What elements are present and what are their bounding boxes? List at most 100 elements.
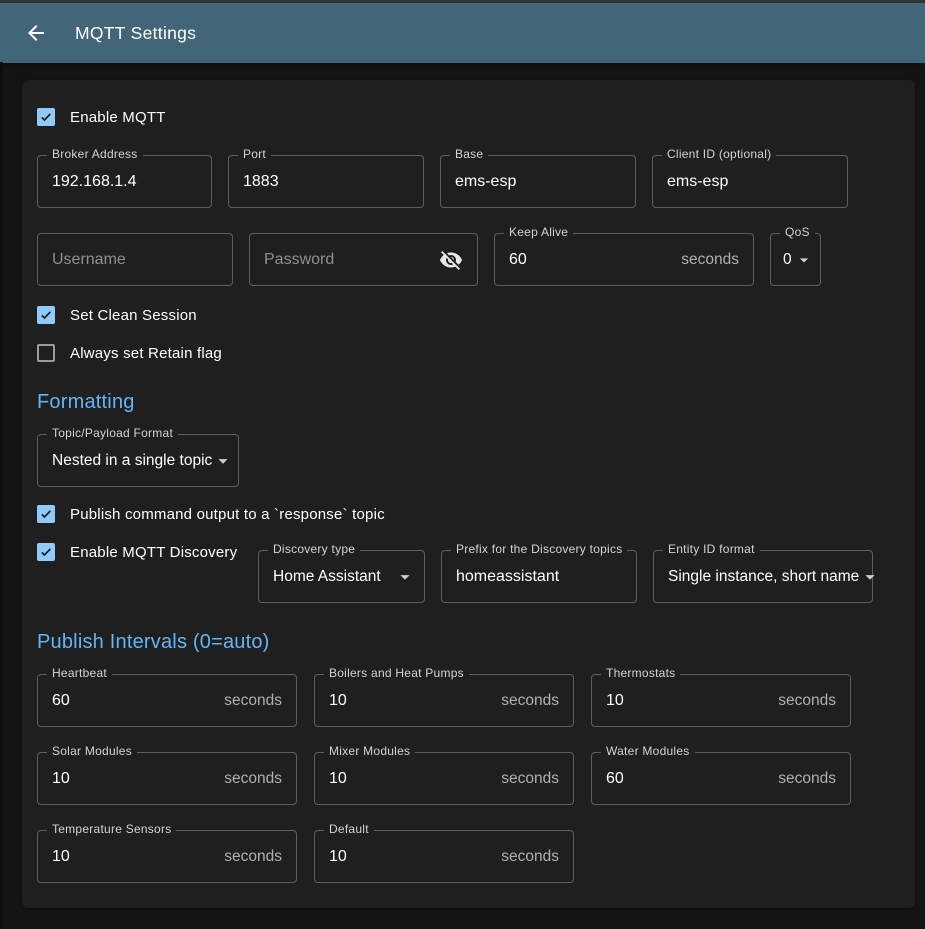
- broker-address-label: Broker Address: [47, 147, 143, 161]
- check-icon: [39, 109, 53, 125]
- discovery-prefix-field[interactable]: Prefix for the Discovery topics: [441, 550, 637, 603]
- thermostats-input[interactable]: [606, 692, 770, 710]
- retain-flag-row[interactable]: Always set Retain flag: [37, 344, 222, 362]
- page-title: MQTT Settings: [75, 23, 196, 44]
- port-label: Port: [238, 147, 271, 161]
- keep-alive-input[interactable]: [509, 251, 673, 269]
- entity-id-format-value: Single instance, short name: [668, 568, 859, 586]
- settings-card: Enable MQTT Broker Address Port Base Cli…: [22, 80, 915, 908]
- thermostats-field[interactable]: Thermostats seconds: [591, 674, 851, 727]
- heartbeat-input[interactable]: [52, 692, 216, 710]
- publish-response-row[interactable]: Publish command output to a `response` t…: [37, 505, 385, 523]
- topic-payload-format-label: Topic/Payload Format: [47, 426, 178, 440]
- default-interval-label: Default: [324, 822, 374, 836]
- entity-id-format-select[interactable]: Entity ID format Single instance, short …: [653, 550, 873, 603]
- broker-address-field[interactable]: Broker Address: [37, 155, 212, 208]
- water-modules-field[interactable]: Water Modules seconds: [591, 752, 851, 805]
- enable-mqtt-label: Enable MQTT: [70, 109, 166, 126]
- password-field[interactable]: [249, 233, 478, 286]
- chevron-down-icon: [794, 250, 814, 270]
- base-field[interactable]: Base: [440, 155, 636, 208]
- temperature-sensors-input[interactable]: [52, 848, 216, 866]
- base-label: Base: [450, 147, 488, 161]
- formatting-heading: Formatting: [37, 391, 900, 414]
- discovery-type-select[interactable]: Discovery type Home Assistant: [258, 550, 425, 603]
- publish-response-checkbox[interactable]: [37, 505, 55, 523]
- topic-payload-format-select[interactable]: Topic/Payload Format Nested in a single …: [37, 434, 239, 487]
- discovery-type-label: Discovery type: [268, 542, 360, 556]
- topic-payload-format-value: Nested in a single topic: [52, 452, 212, 470]
- port-field[interactable]: Port: [228, 155, 424, 208]
- base-input[interactable]: [455, 173, 621, 191]
- visibility-off-icon[interactable]: [439, 248, 463, 272]
- boilers-field[interactable]: Boilers and Heat Pumps seconds: [314, 674, 574, 727]
- broker-address-input[interactable]: [52, 173, 197, 191]
- enable-discovery-checkbox[interactable]: [37, 543, 55, 561]
- discovery-type-value: Home Assistant: [273, 568, 381, 586]
- enable-mqtt-row[interactable]: Enable MQTT: [37, 108, 166, 126]
- qos-select[interactable]: QoS 0: [770, 233, 821, 286]
- set-clean-session-row[interactable]: Set Clean Session: [37, 306, 197, 324]
- client-id-input[interactable]: [667, 173, 833, 191]
- temperature-sensors-label: Temperature Sensors: [47, 822, 176, 836]
- default-interval-input[interactable]: [329, 848, 493, 866]
- discovery-prefix-label: Prefix for the Discovery topics: [451, 542, 627, 556]
- publish-intervals-grid: Heartbeat seconds Boilers and Heat Pumps…: [37, 674, 900, 883]
- mixer-modules-unit: seconds: [501, 770, 559, 788]
- back-arrow-icon[interactable]: [24, 21, 48, 45]
- solar-modules-field[interactable]: Solar Modules seconds: [37, 752, 297, 805]
- client-id-field[interactable]: Client ID (optional): [652, 155, 848, 208]
- check-icon: [39, 506, 53, 522]
- water-modules-input[interactable]: [606, 770, 770, 788]
- enable-discovery-row[interactable]: Enable MQTT Discovery: [37, 543, 242, 561]
- retain-flag-label: Always set Retain flag: [70, 345, 222, 362]
- thermostats-unit: seconds: [778, 692, 836, 710]
- entity-id-format-label: Entity ID format: [663, 542, 760, 556]
- mixer-modules-field[interactable]: Mixer Modules seconds: [314, 752, 574, 805]
- chevron-down-icon: [859, 566, 881, 588]
- boilers-unit: seconds: [501, 692, 559, 710]
- discovery-prefix-input[interactable]: [456, 568, 622, 586]
- chevron-down-icon: [212, 450, 234, 472]
- enable-discovery-label: Enable MQTT Discovery: [70, 544, 237, 561]
- default-interval-unit: seconds: [501, 848, 559, 866]
- credentials-row: Keep Alive seconds QoS 0: [37, 233, 900, 286]
- mixer-modules-label: Mixer Modules: [324, 744, 415, 758]
- retain-flag-checkbox[interactable]: [37, 344, 55, 362]
- qos-value: 0: [783, 251, 792, 269]
- boilers-label: Boilers and Heat Pumps: [324, 666, 469, 680]
- solar-modules-label: Solar Modules: [47, 744, 137, 758]
- default-interval-field[interactable]: Default seconds: [314, 830, 574, 883]
- client-id-label: Client ID (optional): [662, 147, 776, 161]
- mixer-modules-input[interactable]: [329, 770, 493, 788]
- check-icon: [39, 307, 53, 323]
- keep-alive-unit: seconds: [681, 251, 739, 269]
- set-clean-session-label: Set Clean Session: [70, 307, 197, 324]
- topic-format-row: Topic/Payload Format Nested in a single …: [37, 434, 900, 487]
- heartbeat-label: Heartbeat: [47, 666, 112, 680]
- temperature-sensors-field[interactable]: Temperature Sensors seconds: [37, 830, 297, 883]
- port-input[interactable]: [243, 173, 409, 191]
- boilers-input[interactable]: [329, 692, 493, 710]
- heartbeat-unit: seconds: [224, 692, 282, 710]
- check-icon: [39, 544, 53, 560]
- app-bar: MQTT Settings: [0, 3, 925, 63]
- password-input[interactable]: [264, 251, 431, 269]
- keep-alive-field[interactable]: Keep Alive seconds: [494, 233, 754, 286]
- heartbeat-field[interactable]: Heartbeat seconds: [37, 674, 297, 727]
- enable-mqtt-checkbox[interactable]: [37, 108, 55, 126]
- keep-alive-label: Keep Alive: [504, 225, 573, 239]
- discovery-row: Enable MQTT Discovery Discovery type Hom…: [37, 543, 900, 603]
- window-left-edge: [0, 62, 3, 929]
- chevron-down-icon: [394, 566, 416, 588]
- username-field[interactable]: [37, 233, 233, 286]
- temperature-sensors-unit: seconds: [224, 848, 282, 866]
- username-input[interactable]: [52, 251, 218, 269]
- set-clean-session-checkbox[interactable]: [37, 306, 55, 324]
- solar-modules-input[interactable]: [52, 770, 216, 788]
- thermostats-label: Thermostats: [601, 666, 680, 680]
- qos-label: QoS: [780, 225, 815, 239]
- broker-settings-row: Broker Address Port Base Client ID (opti…: [37, 155, 900, 208]
- solar-modules-unit: seconds: [224, 770, 282, 788]
- publish-response-label: Publish command output to a `response` t…: [70, 506, 385, 523]
